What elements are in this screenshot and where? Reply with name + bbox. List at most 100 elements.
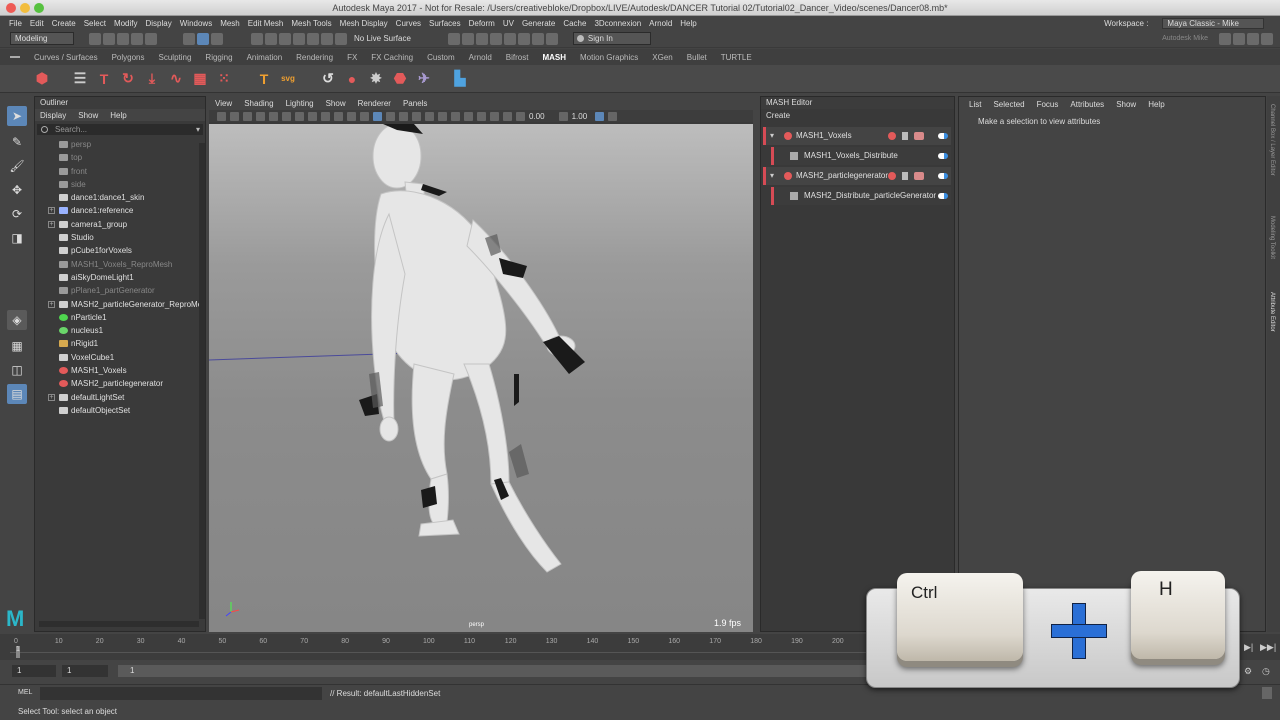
mash-grid-icon[interactable]: ▦ (190, 69, 210, 89)
select-tool-icon[interactable]: ➤ (7, 106, 27, 126)
select-object-icon[interactable] (197, 32, 209, 45)
export-icon[interactable]: ▙ (450, 69, 470, 89)
mash-network-row[interactable]: ▾ MASH1_Voxels (763, 127, 951, 145)
menu-modify[interactable]: Modify (114, 19, 138, 28)
shelf-menu-icon[interactable] (10, 56, 20, 58)
loop-icon[interactable]: ↺ (318, 69, 338, 89)
viewport-scene[interactable]: persp 1.9 fps (208, 123, 753, 632)
outliner-item[interactable]: side (35, 178, 205, 191)
grease-pencil-icon[interactable] (269, 111, 278, 121)
render-setup-icon[interactable] (517, 32, 530, 45)
ambient-occlusion-icon[interactable] (425, 111, 434, 121)
xray-joints-icon[interactable] (490, 111, 499, 121)
menu-arnold[interactable]: Arnold (649, 19, 672, 28)
viewport-menu-lighting[interactable]: Lighting (286, 99, 314, 108)
command-input[interactable] (40, 687, 322, 700)
snap-grid-icon[interactable] (251, 32, 263, 45)
script-editor-icon[interactable] (1262, 687, 1272, 699)
shelf-tab-arnold[interactable]: Arnold (469, 53, 492, 62)
lasso-tool-icon[interactable]: ✎ (7, 132, 27, 152)
outliner-item[interactable]: nRigid1 (35, 337, 205, 350)
viewport-menu-shading[interactable]: Shading (244, 99, 273, 108)
mash-node-row[interactable]: MASH1_Voxels_Distribute (771, 147, 951, 165)
menu-set-dropdown[interactable]: Modeling (10, 32, 74, 45)
shelf-tab-rendering[interactable]: Rendering (296, 53, 333, 62)
outliner-item[interactable]: aiSkyDomeLight1 (35, 271, 205, 284)
outliner-search-input[interactable]: Search... ▾ (37, 124, 203, 135)
outliner-hscrollbar[interactable] (39, 621, 199, 627)
menu-windows[interactable]: Windows (180, 19, 212, 28)
layout-quad-icon[interactable] (1233, 32, 1245, 45)
viewport-menu-renderer[interactable]: Renderer (358, 99, 391, 108)
motion-blur-icon[interactable] (438, 111, 447, 121)
shadows-icon[interactable] (412, 111, 421, 121)
attribute-menu-focus[interactable]: Focus (1037, 100, 1059, 109)
menu-mesh-display[interactable]: Mesh Display (340, 19, 388, 28)
close-window-icon[interactable] (6, 3, 16, 13)
collapse-icon[interactable]: ▾ (770, 127, 774, 145)
collapse-icon[interactable]: ▾ (770, 167, 774, 185)
outliner-item[interactable]: defaultObjectSet (35, 404, 205, 417)
mash-import-icon[interactable]: ⤓ (142, 69, 162, 89)
range-bar[interactable]: 1 (118, 665, 866, 677)
workspace-selector[interactable]: Workspace : Maya Classic - Mike (1104, 16, 1272, 30)
select-camera-icon[interactable] (217, 111, 226, 121)
textured-icon[interactable] (386, 111, 395, 121)
field-chart-icon[interactable] (334, 111, 343, 121)
exposure-icon[interactable] (516, 111, 525, 121)
attribute-editor-tab[interactable]: Attribute Editor (1269, 292, 1275, 332)
shelf-tab-turtle[interactable]: TURTLE (721, 53, 752, 62)
mash-create-icon[interactable]: ⬢ (32, 69, 52, 89)
viewport-menu-show[interactable]: Show (326, 99, 346, 108)
mash-outliner-icon[interactable]: ☰ (70, 69, 90, 89)
mash-scatter-icon[interactable]: ⁙ (214, 69, 234, 89)
menu-display[interactable]: Display (146, 19, 172, 28)
outliner-item[interactable]: nucleus1 (35, 324, 205, 337)
toggle-node-icon[interactable] (938, 173, 948, 179)
grid-icon[interactable] (282, 111, 291, 121)
ipr-render-icon[interactable] (475, 32, 488, 45)
outliner-scrollbar[interactable] (199, 143, 205, 619)
redo-icon[interactable] (145, 32, 157, 45)
outliner-item[interactable]: nParticle1 (35, 311, 205, 324)
menu-file[interactable]: File (9, 19, 22, 28)
menu-surfaces[interactable]: Surfaces (429, 19, 461, 28)
film-gate-icon[interactable] (295, 111, 304, 121)
toggle-node-icon[interactable] (938, 153, 948, 159)
outliner-item[interactable]: MASH1_Voxels (35, 364, 205, 377)
anim-prefs-icon[interactable]: ⚙ (1244, 666, 1252, 677)
shelf-tab-fx[interactable]: FX (347, 53, 357, 62)
outliner-item[interactable]: + dance1:reference (35, 204, 205, 217)
outliner-item[interactable]: pPlane1_partGenerator (35, 284, 205, 297)
mash-curve-icon[interactable]: ∿ (166, 69, 186, 89)
snap-point-icon[interactable] (279, 32, 291, 45)
snap-curve-icon[interactable] (265, 32, 277, 45)
mash-refresh-icon[interactable]: ↻ (118, 69, 138, 89)
shelf-tab-sculpting[interactable]: Sculpting (159, 53, 192, 62)
explode-icon[interactable]: ✸ (366, 69, 386, 89)
viewport-menu-view[interactable]: View (215, 99, 232, 108)
layout-persp-icon[interactable]: ◈ (7, 310, 27, 330)
menu-deform[interactable]: Deform (469, 19, 495, 28)
shelf-tab-bifrost[interactable]: Bifrost (506, 53, 529, 62)
isolate-select-icon[interactable] (464, 111, 473, 121)
resolution-gate-icon[interactable] (308, 111, 317, 121)
outliner-item[interactable]: dance1:dance1_skin (35, 191, 205, 204)
node-link-icon[interactable] (914, 172, 924, 180)
live-surface-label[interactable]: No Live Surface (354, 34, 411, 43)
menu-uv[interactable]: UV (503, 19, 514, 28)
camera-attributes-icon[interactable] (230, 111, 239, 121)
type-tool-icon[interactable]: T (254, 69, 274, 89)
sphere-icon[interactable]: ● (342, 69, 362, 89)
step-end-icon[interactable]: ▶▶| (1260, 642, 1276, 653)
xray-icon[interactable] (477, 111, 486, 121)
image-plane-icon[interactable] (256, 111, 265, 121)
select-hierarchy-icon[interactable] (183, 32, 195, 45)
menu-mesh-tools[interactable]: Mesh Tools (291, 19, 331, 28)
layout-four-icon[interactable]: ▦ (7, 336, 27, 356)
playback-start-field[interactable]: 1 (62, 665, 108, 677)
delete-node-icon[interactable] (888, 172, 896, 180)
hypershade-icon[interactable] (503, 32, 516, 45)
outliner-item[interactable]: VoxelCube1 (35, 351, 205, 364)
play-forward-icon[interactable]: ▶| (1244, 642, 1253, 653)
